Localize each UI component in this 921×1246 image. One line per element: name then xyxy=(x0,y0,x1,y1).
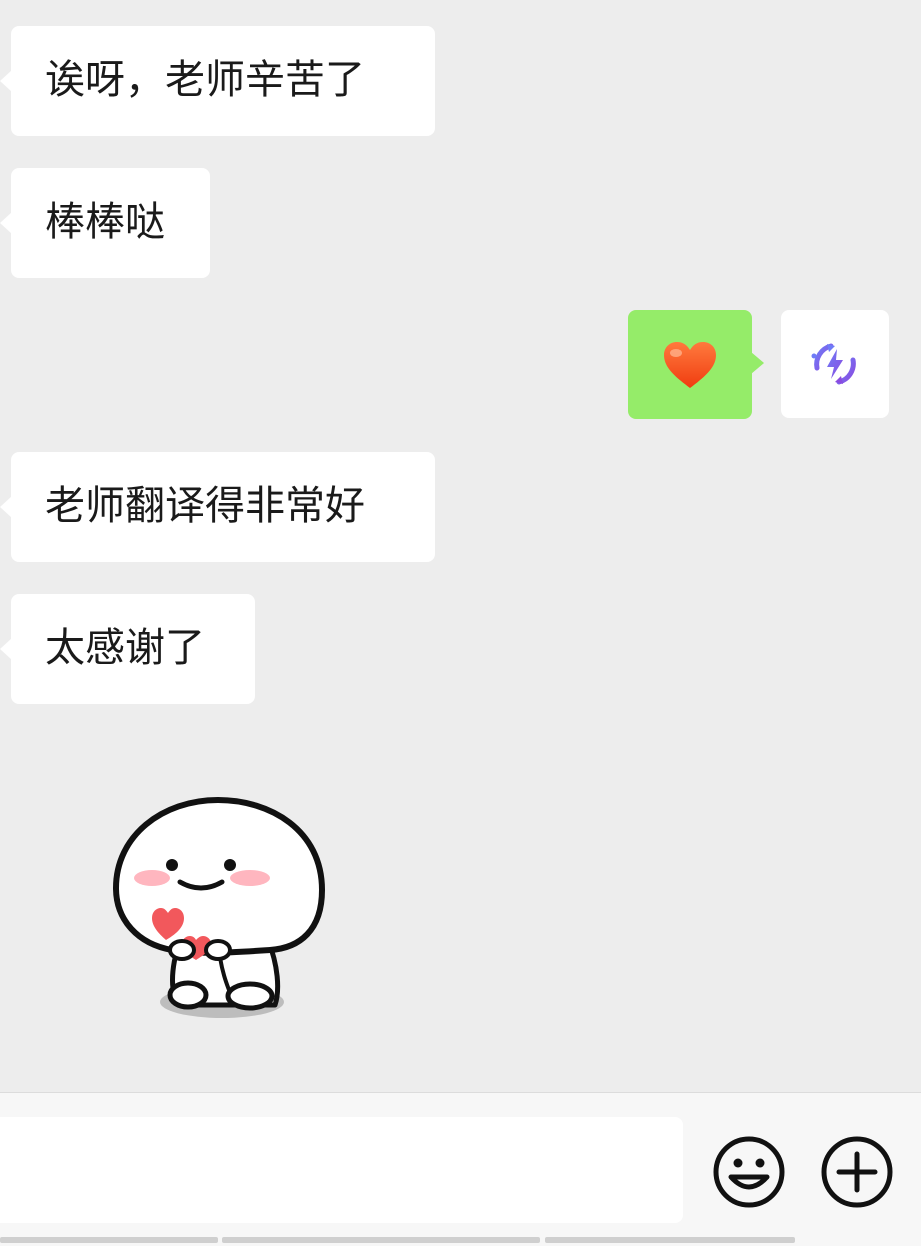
user-avatar[interactable] xyxy=(781,310,889,418)
heart-emoji-icon xyxy=(664,341,716,388)
smiley-face-icon[interactable] xyxy=(712,1135,786,1209)
white-blob-holding-hearts-sticker xyxy=(112,796,326,1018)
keyboard-panel-divider xyxy=(222,1237,540,1243)
plus-circle-icon[interactable] xyxy=(820,1135,894,1209)
message-bubble-incoming[interactable]: 太感谢了 xyxy=(0,594,255,704)
message-input[interactable] xyxy=(0,1117,683,1223)
message-text: 太感谢了 xyxy=(45,625,205,671)
message-bubble-incoming[interactable]: 诶呀，老师辛苦了 xyxy=(0,26,435,136)
message-bubble-incoming[interactable]: 棒棒哒 xyxy=(0,168,210,278)
message-bubble-incoming[interactable]: 老师翻译得非常好 xyxy=(0,452,435,562)
message-text: 老师翻译得非常好 xyxy=(45,483,365,529)
chat-area: 诶呀，老师辛苦了 棒棒哒 老师翻译得非常好 太感谢了 xyxy=(0,0,921,1092)
keyboard-panel-divider xyxy=(545,1237,795,1243)
sticker-message[interactable] xyxy=(100,790,340,1030)
keyboard-panel-divider xyxy=(0,1237,218,1243)
message-text: 棒棒哒 xyxy=(45,199,165,245)
message-bubble-outgoing[interactable] xyxy=(628,310,764,419)
message-text: 诶呀，老师辛苦了 xyxy=(45,57,365,103)
lightning-refresh-icon xyxy=(811,343,856,385)
